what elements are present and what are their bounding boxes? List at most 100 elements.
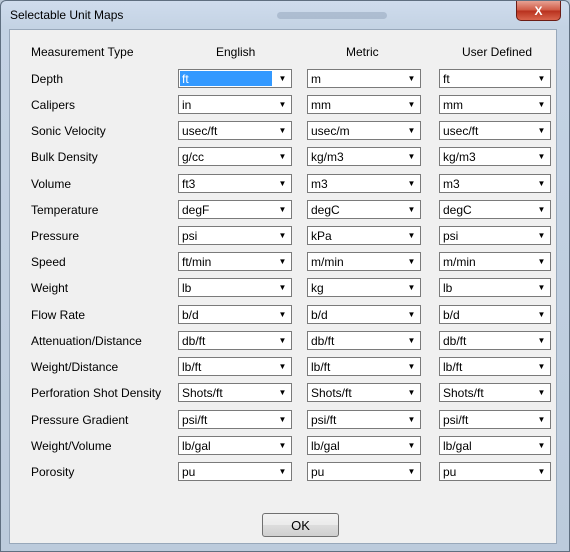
chevron-down-icon[interactable]: ▼ xyxy=(274,411,291,428)
user-unit-select[interactable]: mm ▼ xyxy=(439,95,551,114)
chevron-down-icon[interactable]: ▼ xyxy=(403,175,420,192)
user-unit-select[interactable]: psi ▼ xyxy=(439,226,551,245)
chevron-down-icon[interactable]: ▼ xyxy=(274,437,291,454)
metric-unit-select[interactable]: m ▼ xyxy=(307,69,421,88)
chevron-down-icon[interactable]: ▼ xyxy=(403,201,420,218)
chevron-down-icon[interactable]: ▼ xyxy=(274,175,291,192)
user-unit-select[interactable]: psi/ft ▼ xyxy=(439,410,551,429)
user-unit-select[interactable]: lb/ft ▼ xyxy=(439,357,551,376)
chevron-down-icon[interactable]: ▼ xyxy=(274,384,291,401)
chevron-down-icon[interactable]: ▼ xyxy=(533,175,550,192)
metric-unit-select[interactable]: psi/ft ▼ xyxy=(307,410,421,429)
user-unit-select[interactable]: db/ft ▼ xyxy=(439,331,551,350)
chevron-down-icon[interactable]: ▼ xyxy=(533,411,550,428)
chevron-down-icon[interactable]: ▼ xyxy=(533,358,550,375)
chevron-down-icon[interactable]: ▼ xyxy=(533,148,550,165)
english-unit-select[interactable]: lb/ft ▼ xyxy=(178,357,292,376)
chevron-down-icon[interactable]: ▼ xyxy=(403,279,420,296)
user-unit-select[interactable]: kg/m3 ▼ xyxy=(439,147,551,166)
chevron-down-icon[interactable]: ▼ xyxy=(274,253,291,270)
metric-unit-select[interactable]: m3 ▼ xyxy=(307,174,421,193)
chevron-down-icon[interactable]: ▼ xyxy=(533,70,550,87)
metric-unit-select[interactable]: degC ▼ xyxy=(307,200,421,219)
chevron-down-icon[interactable]: ▼ xyxy=(403,227,420,244)
user-unit-select[interactable]: m3 ▼ xyxy=(439,174,551,193)
english-unit-select[interactable]: ft ▼ xyxy=(178,69,292,88)
chevron-down-icon[interactable]: ▼ xyxy=(403,306,420,323)
chevron-down-icon[interactable]: ▼ xyxy=(274,122,291,139)
user-unit-select[interactable]: usec/ft ▼ xyxy=(439,121,551,140)
metric-unit-select[interactable]: pu ▼ xyxy=(307,462,421,481)
chevron-down-icon[interactable]: ▼ xyxy=(274,358,291,375)
metric-unit-select[interactable]: b/d ▼ xyxy=(307,305,421,324)
close-button[interactable]: X xyxy=(516,1,561,21)
english-unit-select[interactable]: ft3 ▼ xyxy=(178,174,292,193)
english-unit-select[interactable]: in ▼ xyxy=(178,95,292,114)
chevron-down-icon[interactable]: ▼ xyxy=(533,384,550,401)
chevron-down-icon[interactable]: ▼ xyxy=(533,96,550,113)
english-unit-select[interactable]: Shots/ft ▼ xyxy=(178,383,292,402)
chevron-down-icon[interactable]: ▼ xyxy=(403,96,420,113)
chevron-down-icon[interactable]: ▼ xyxy=(403,463,420,480)
user-unit-select[interactable]: lb ▼ xyxy=(439,278,551,297)
metric-unit-select[interactable]: kg ▼ xyxy=(307,278,421,297)
metric-unit-select[interactable]: db/ft ▼ xyxy=(307,331,421,350)
row-label: Bulk Density xyxy=(31,150,98,164)
chevron-down-icon[interactable]: ▼ xyxy=(403,332,420,349)
english-unit-select[interactable]: ft/min ▼ xyxy=(178,252,292,271)
english-unit-select[interactable]: degF ▼ xyxy=(178,200,292,219)
metric-unit-select[interactable]: mm ▼ xyxy=(307,95,421,114)
user-unit-select[interactable]: m/min ▼ xyxy=(439,252,551,271)
chevron-down-icon[interactable]: ▼ xyxy=(403,70,420,87)
chevron-down-icon[interactable]: ▼ xyxy=(533,306,550,323)
chevron-down-icon[interactable]: ▼ xyxy=(274,96,291,113)
user-unit-select[interactable]: lb/gal ▼ xyxy=(439,436,551,455)
chevron-down-icon[interactable]: ▼ xyxy=(533,227,550,244)
chevron-down-icon[interactable]: ▼ xyxy=(403,358,420,375)
chevron-down-icon[interactable]: ▼ xyxy=(274,201,291,218)
chevron-down-icon[interactable]: ▼ xyxy=(403,384,420,401)
metric-unit-select[interactable]: m/min ▼ xyxy=(307,252,421,271)
chevron-down-icon[interactable]: ▼ xyxy=(533,201,550,218)
metric-unit-select[interactable]: usec/m ▼ xyxy=(307,121,421,140)
chevron-down-icon[interactable]: ▼ xyxy=(403,253,420,270)
english-unit-select[interactable]: g/cc ▼ xyxy=(178,147,292,166)
chevron-down-icon[interactable]: ▼ xyxy=(403,122,420,139)
user-unit-select[interactable]: degC ▼ xyxy=(439,200,551,219)
chevron-down-icon[interactable]: ▼ xyxy=(274,279,291,296)
chevron-down-icon[interactable]: ▼ xyxy=(533,437,550,454)
metric-unit-select[interactable]: lb/gal ▼ xyxy=(307,436,421,455)
english-unit-select[interactable]: lb/gal ▼ xyxy=(178,436,292,455)
chevron-down-icon[interactable]: ▼ xyxy=(274,70,291,87)
chevron-down-icon[interactable]: ▼ xyxy=(533,122,550,139)
chevron-down-icon[interactable]: ▼ xyxy=(274,148,291,165)
english-unit-select[interactable]: db/ft ▼ xyxy=(178,331,292,350)
user-unit-select[interactable]: Shots/ft ▼ xyxy=(439,383,551,402)
english-unit-select[interactable]: psi ▼ xyxy=(178,226,292,245)
english-unit-select[interactable]: usec/ft ▼ xyxy=(178,121,292,140)
chevron-down-icon[interactable]: ▼ xyxy=(533,253,550,270)
user-unit-select[interactable]: b/d ▼ xyxy=(439,305,551,324)
chevron-down-icon[interactable]: ▼ xyxy=(533,332,550,349)
chevron-down-icon[interactable]: ▼ xyxy=(533,279,550,296)
user-unit-select[interactable]: pu ▼ xyxy=(439,462,551,481)
metric-unit-select[interactable]: kPa ▼ xyxy=(307,226,421,245)
chevron-down-icon[interactable]: ▼ xyxy=(533,463,550,480)
user-unit-select[interactable]: ft ▼ xyxy=(439,69,551,88)
chevron-down-icon[interactable]: ▼ xyxy=(274,306,291,323)
metric-unit-select[interactable]: Shots/ft ▼ xyxy=(307,383,421,402)
english-unit-select[interactable]: lb ▼ xyxy=(178,278,292,297)
chevron-down-icon[interactable]: ▼ xyxy=(403,411,420,428)
chevron-down-icon[interactable]: ▼ xyxy=(403,148,420,165)
chevron-down-icon[interactable]: ▼ xyxy=(274,227,291,244)
metric-unit-select[interactable]: lb/ft ▼ xyxy=(307,357,421,376)
english-unit-select[interactable]: pu ▼ xyxy=(178,462,292,481)
chevron-down-icon[interactable]: ▼ xyxy=(274,332,291,349)
metric-unit-select[interactable]: kg/m3 ▼ xyxy=(307,147,421,166)
title-bar[interactable]: Selectable Unit Maps X xyxy=(1,1,569,29)
chevron-down-icon[interactable]: ▼ xyxy=(274,463,291,480)
ok-button[interactable]: OK xyxy=(262,513,339,537)
chevron-down-icon[interactable]: ▼ xyxy=(403,437,420,454)
english-unit-select[interactable]: psi/ft ▼ xyxy=(178,410,292,429)
english-unit-select[interactable]: b/d ▼ xyxy=(178,305,292,324)
